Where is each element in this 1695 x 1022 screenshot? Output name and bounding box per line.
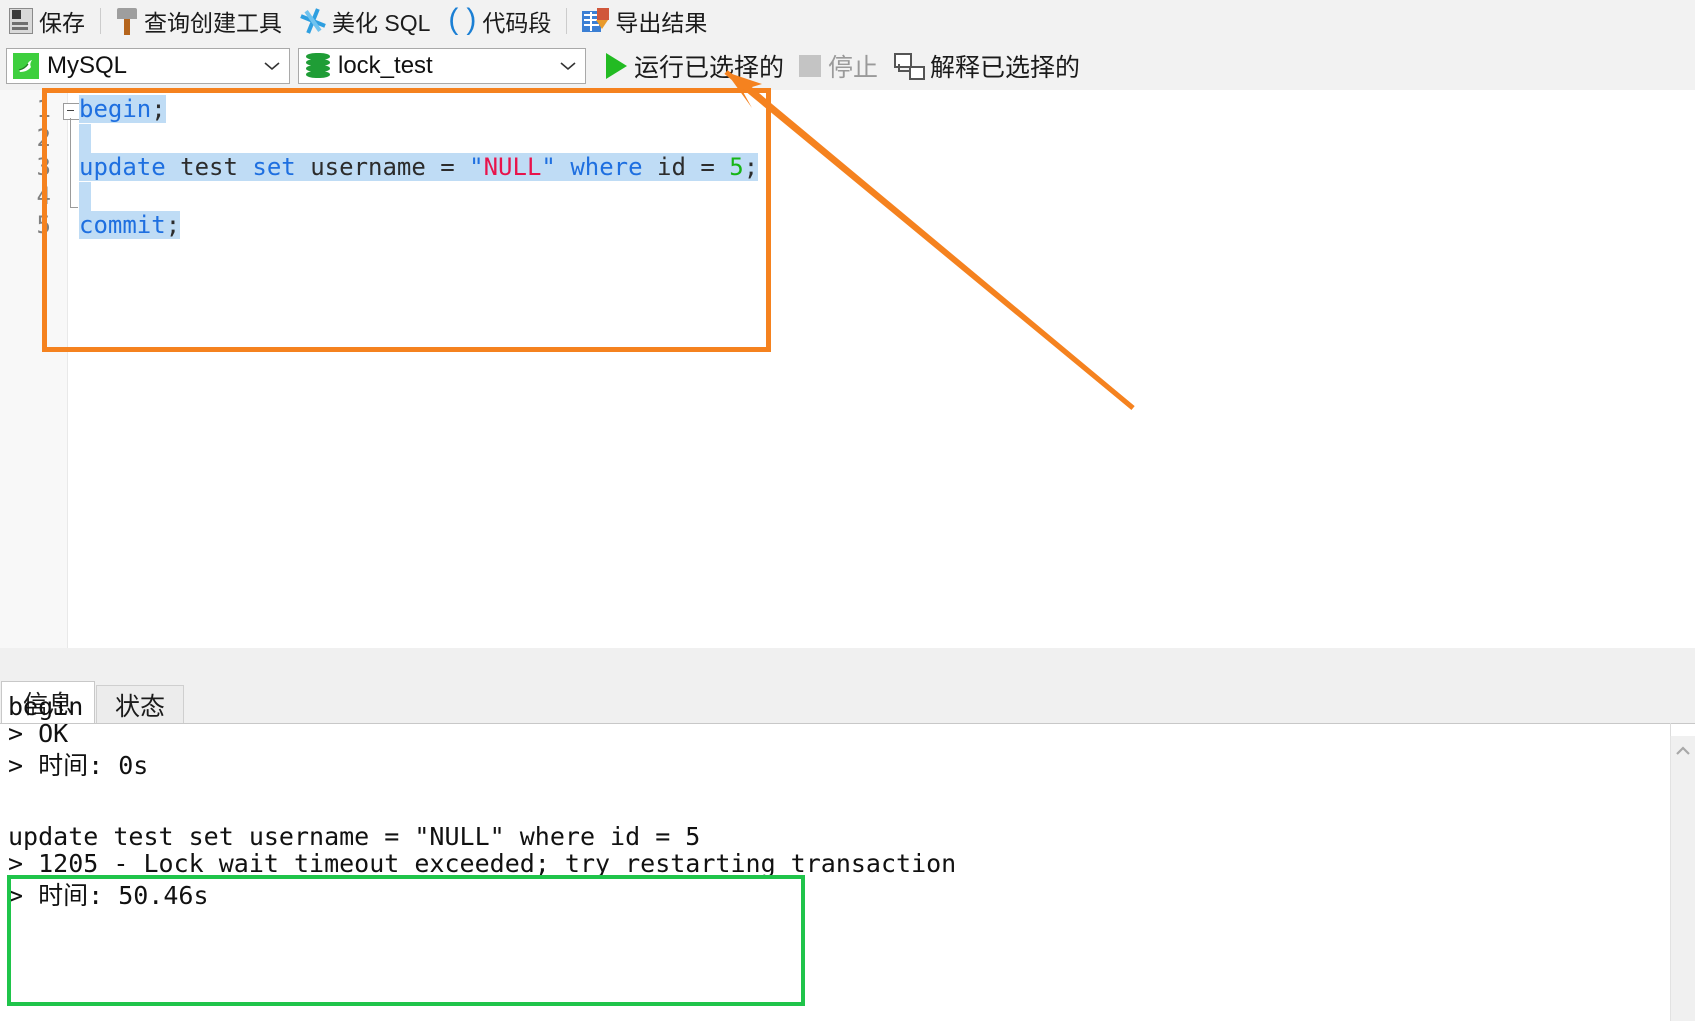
code-fold-end <box>70 207 78 208</box>
code-fold-line <box>70 118 71 207</box>
chevron-up-icon[interactable] <box>1671 740 1695 762</box>
code-fold-toggle[interactable] <box>63 103 80 120</box>
mysql-dolphin-icon <box>13 53 39 79</box>
message-line: begin <box>8 692 84 721</box>
query-builder-label: 查询创建工具 <box>144 10 282 36</box>
toolbar-separator-1 <box>100 8 101 34</box>
message-scrollbar[interactable] <box>1670 736 1695 1021</box>
code-token: NULL <box>483 153 542 181</box>
code-token: 5 <box>729 153 744 181</box>
code-line-3[interactable]: update test set username = "NULL" where … <box>79 153 759 182</box>
code-token: set <box>252 153 296 181</box>
code-selection: commit; <box>79 211 181 239</box>
beautify-sql-label: 美化 SQL <box>332 10 431 36</box>
explain-plan-icon <box>893 53 926 80</box>
code-token: ; <box>151 95 166 123</box>
save-button-label: 保存 <box>39 10 85 36</box>
message-line: > 时间: 50.46s <box>8 881 209 910</box>
save-button[interactable]: 保存 <box>0 0 94 42</box>
export-results-button[interactable]: 导出结果 <box>573 0 716 42</box>
export-results-label: 导出结果 <box>615 10 708 36</box>
chevron-down-icon[interactable] <box>255 49 289 83</box>
editor-gutter: 1 2 3 4 5 <box>0 90 68 648</box>
execution-controls: 运行已选择的 停止 解释已选择的 <box>600 46 1086 86</box>
run-selected-label: 运行已选择的 <box>634 54 785 82</box>
database-value: lock_test <box>338 52 433 79</box>
database-selector[interactable]: lock_test <box>298 48 586 84</box>
parentheses-icon: () <box>448 3 477 36</box>
message-line: > OK <box>8 719 69 748</box>
chevron-down-icon-db[interactable] <box>551 49 585 83</box>
code-token: id = <box>642 153 730 181</box>
line-number: 2 <box>36 124 51 152</box>
code-line-5[interactable]: commit; <box>79 211 181 240</box>
selection-block-line4 <box>79 182 91 211</box>
save-icon <box>9 8 33 34</box>
code-token: username = <box>295 153 470 181</box>
code-token: test <box>165 153 253 181</box>
line-number: 3 <box>36 153 51 181</box>
play-icon <box>606 53 627 79</box>
run-selected-button[interactable]: 运行已选择的 <box>600 46 790 86</box>
stop-square-icon <box>799 55 822 77</box>
selection-block-line2 <box>79 124 91 153</box>
tab-status[interactable]: 状态 <box>96 685 184 724</box>
code-token: ; <box>165 211 181 239</box>
beautify-sql-button[interactable]: 美化 SQL <box>291 0 439 42</box>
stop-button: 停止 <box>793 46 884 86</box>
code-token: ; <box>743 153 759 181</box>
connection-selector[interactable]: MySQL <box>6 48 290 84</box>
explain-selected-label: 解释已选择的 <box>930 54 1081 82</box>
code-token: where <box>570 153 643 181</box>
magic-wand-icon <box>300 8 326 34</box>
export-icon <box>582 8 610 34</box>
code-token: " <box>541 153 556 181</box>
database-icon <box>306 53 330 79</box>
sql-editor[interactable]: 1 2 3 4 5 begin; update test set usernam… <box>0 90 1695 648</box>
tab-status-label: 状态 <box>114 693 165 721</box>
code-token: commit <box>79 211 166 239</box>
message-line: update test set username = "NULL" where … <box>8 822 701 851</box>
code-selection: begin; <box>79 95 166 123</box>
code-line-1[interactable]: begin; <box>79 95 166 124</box>
line-number: 1 <box>36 95 51 123</box>
dolphin-glyph <box>18 60 32 72</box>
stop-label: 停止 <box>828 54 879 82</box>
toolbar-separator-2 <box>566 8 568 34</box>
code-snippet-button[interactable]: () 代码段 <box>439 0 560 42</box>
query-builder-button[interactable]: 查询创建工具 <box>107 0 291 42</box>
connection-value: MySQL <box>47 52 128 79</box>
line-number: 5 <box>36 211 51 239</box>
code-token: update <box>79 153 166 181</box>
code-selection: update test set username = "NULL" where … <box>79 153 759 181</box>
message-line: > 时间: 0s <box>8 751 149 780</box>
panel-splitter[interactable] <box>0 648 1695 681</box>
code-token: " <box>469 153 484 181</box>
code-snippet-label: 代码段 <box>482 10 552 36</box>
code-token: begin <box>79 95 152 123</box>
message-line: > 1205 - Lock wait timeout exceeded; try… <box>8 849 957 878</box>
connection-toolbar: MySQL lock_test 运行已选择的 停止 解释已选择的 <box>0 42 1695 91</box>
line-number: 4 <box>36 182 51 210</box>
result-tabstrip: 信息 状态 <box>0 681 1695 724</box>
explain-selected-button[interactable]: 解释已选择的 <box>887 46 1086 86</box>
primary-toolbar: 保存 查询创建工具 美化 SQL () 代码段 导出结果 <box>0 0 1695 43</box>
query-builder-icon <box>116 7 138 35</box>
